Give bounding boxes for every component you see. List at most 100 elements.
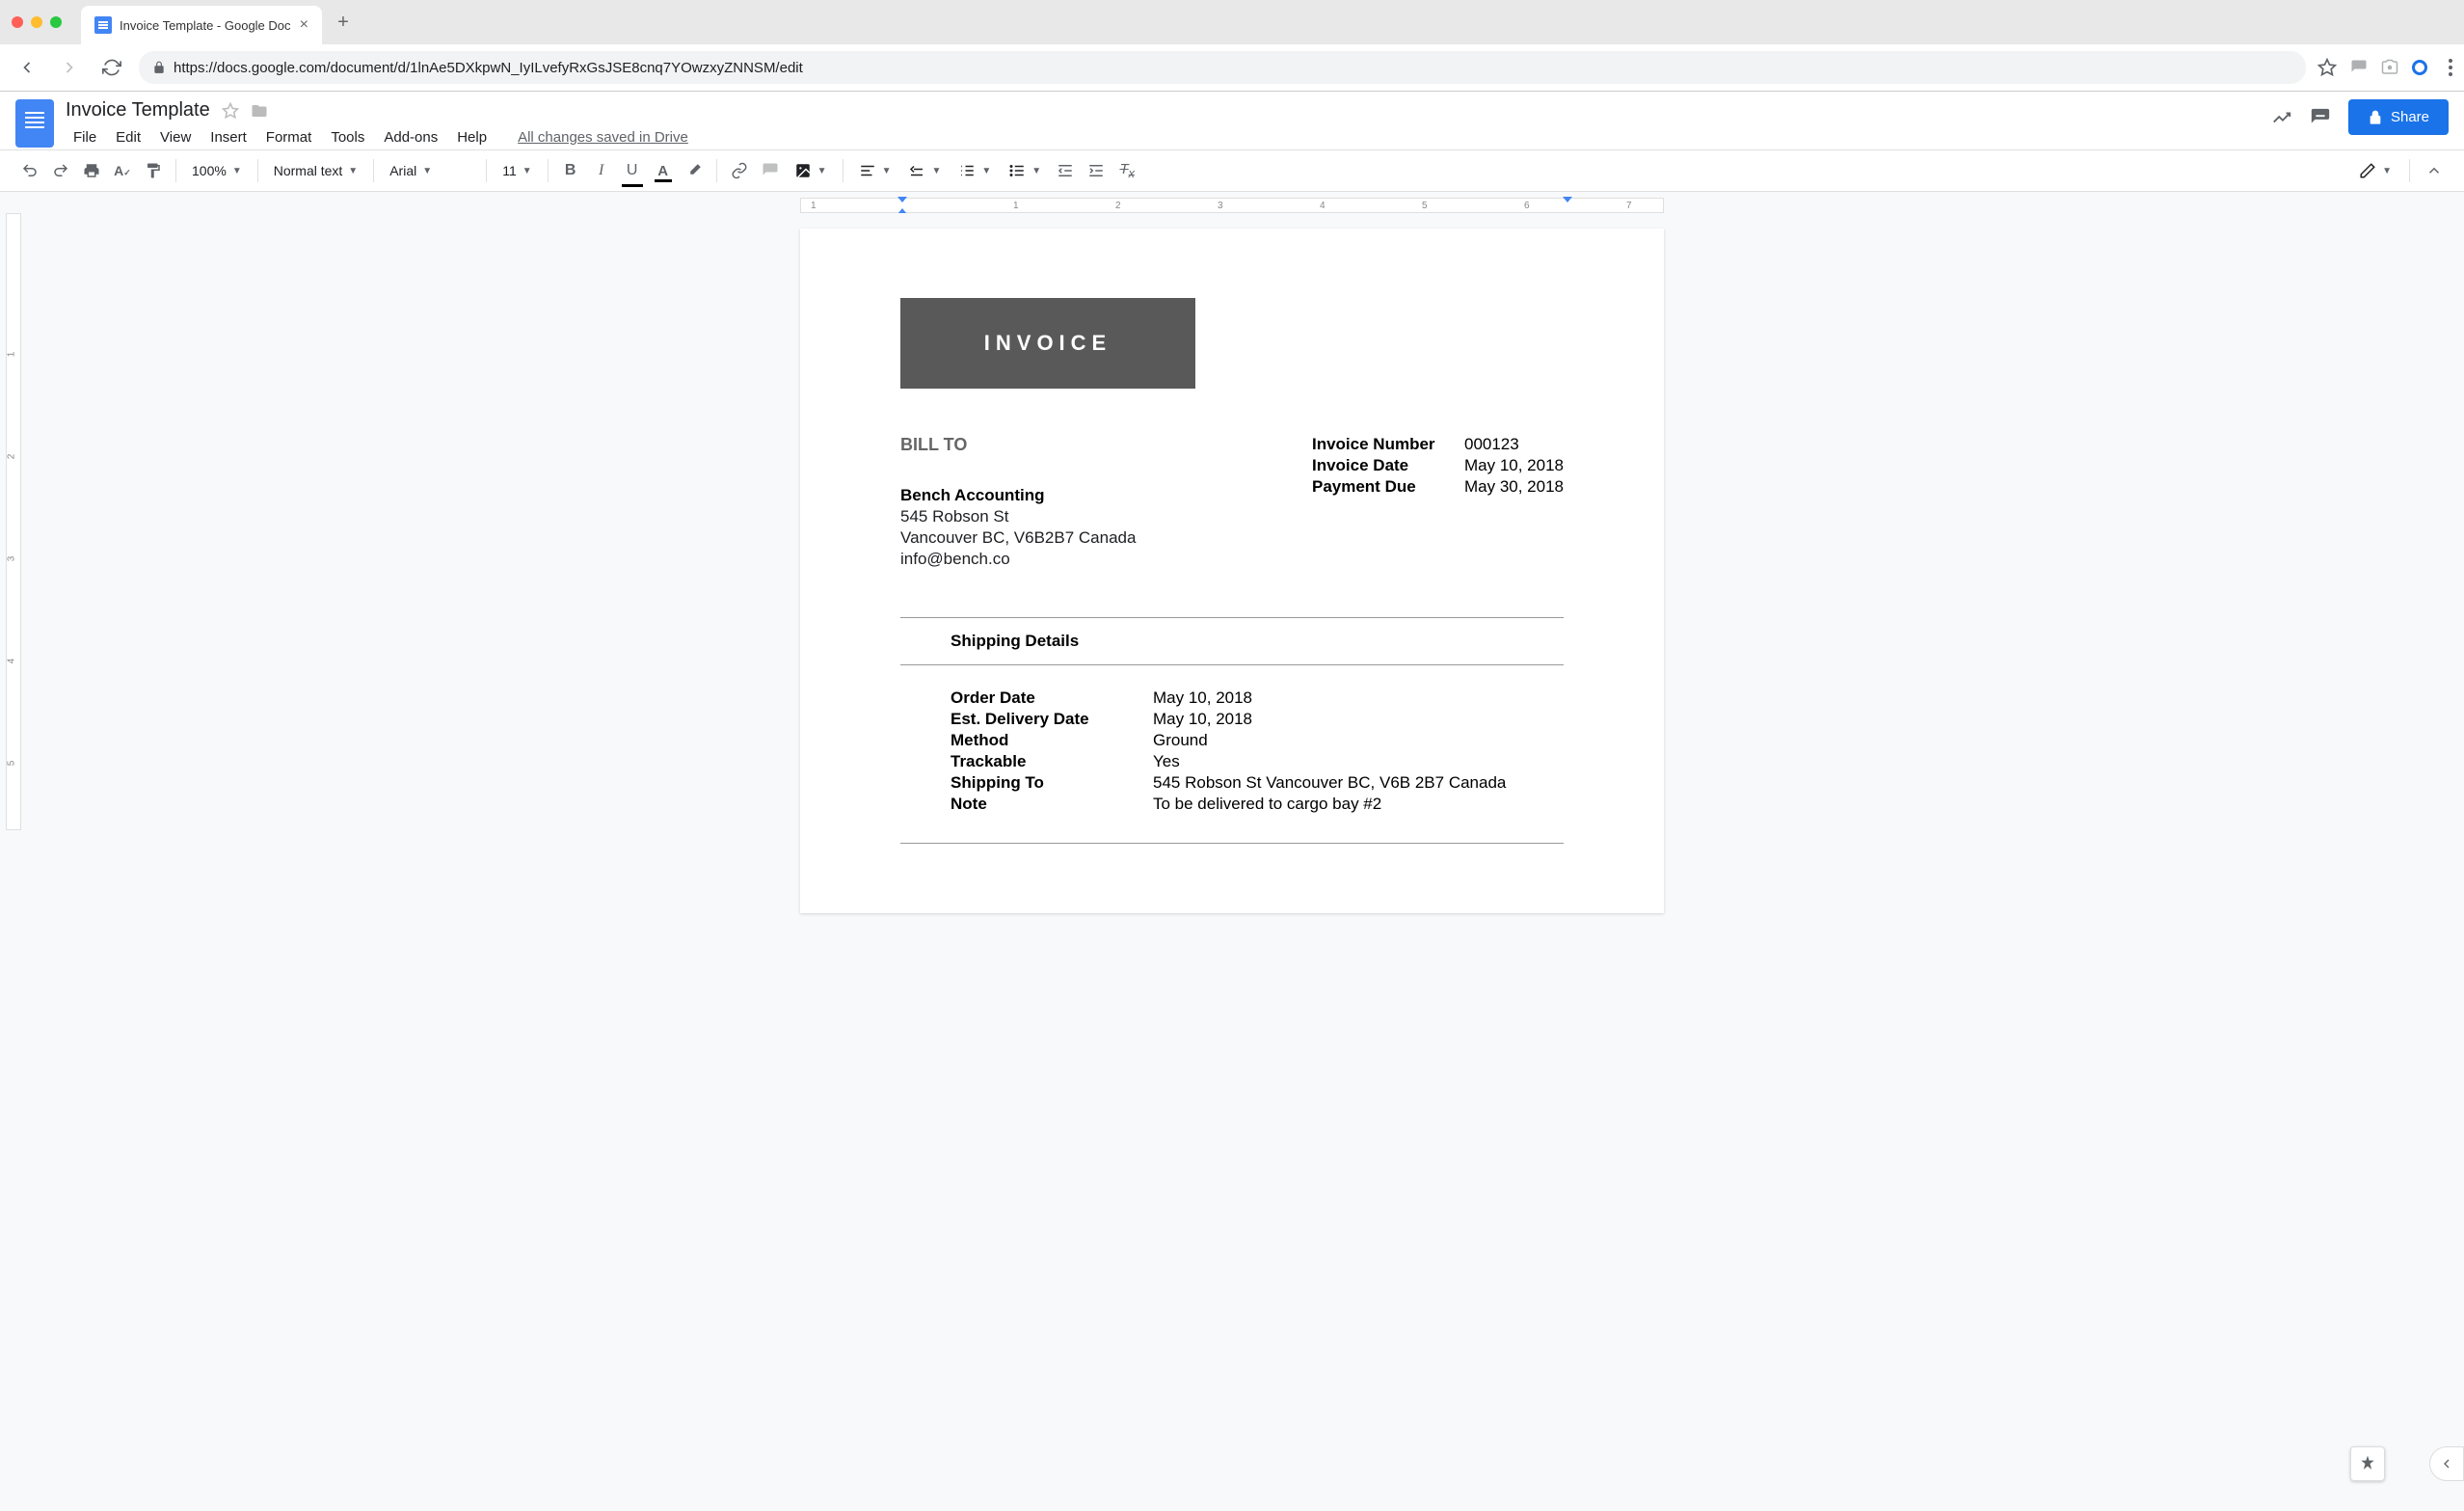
print-button[interactable] (77, 156, 106, 185)
style-dropdown[interactable]: Normal text▼ (266, 159, 365, 182)
address-bar: https://docs.google.com/document/d/1lnAe… (0, 44, 2464, 91)
line-spacing-button[interactable]: ▼ (900, 158, 949, 183)
bill-to-block: BILL TO Bench Accounting 545 Robson St V… (900, 435, 1136, 571)
side-panel-toggle[interactable] (2429, 1446, 2464, 1481)
close-window-button[interactable] (12, 16, 23, 28)
document-title[interactable]: Invoice Template (66, 99, 210, 121)
docs-favicon-icon (94, 16, 112, 34)
bill-name: Bench Accounting (900, 486, 1136, 505)
collapse-toolbar-button[interactable] (2420, 156, 2449, 185)
comments-icon[interactable] (2310, 107, 2331, 128)
reload-button[interactable] (96, 52, 127, 83)
ruler-area: 1 1 2 3 4 5 6 7 (0, 192, 2464, 213)
menu-bar: File Edit View Insert Format Tools Add-o… (66, 125, 2271, 149)
tab-close-icon[interactable]: × (300, 16, 308, 34)
new-tab-button[interactable]: + (330, 9, 357, 36)
minimize-window-button[interactable] (31, 16, 42, 28)
star-document-icon[interactable] (222, 102, 239, 120)
italic-button[interactable]: I (587, 156, 616, 185)
explore-button[interactable] (2350, 1446, 2385, 1481)
meta-row: Invoice DateMay 10, 2018 (1312, 456, 1564, 475)
star-icon[interactable] (2317, 58, 2337, 77)
invoice-banner: INVOICE (900, 298, 1195, 389)
bulleted-list-button[interactable]: ▼ (1001, 158, 1049, 183)
ruler-mark: 6 (1524, 201, 1530, 211)
underline-button[interactable]: U (618, 156, 647, 185)
divider (900, 843, 1564, 844)
numbered-list-button[interactable]: ▼ (951, 158, 999, 183)
ruler-mark: 3 (1218, 201, 1223, 211)
docs-logo-icon[interactable] (15, 99, 54, 148)
menu-insert[interactable]: Insert (202, 125, 254, 149)
bill-street: 545 Robson St (900, 507, 1136, 526)
align-button[interactable]: ▼ (851, 158, 899, 183)
shipping-section: Shipping Details Order DateMay 10, 2018 … (900, 617, 1564, 844)
invoice-meta-block: Invoice Number000123 Invoice DateMay 10,… (1312, 435, 1564, 571)
indent-decrease-button[interactable] (1051, 156, 1080, 185)
menu-file[interactable]: File (66, 125, 104, 149)
font-dropdown[interactable]: Arial▼ (382, 159, 478, 182)
menu-edit[interactable]: Edit (108, 125, 148, 149)
ruler-mark: 2 (1115, 201, 1121, 211)
menu-addons[interactable]: Add-ons (376, 125, 445, 149)
right-indent-marker-icon[interactable] (1563, 197, 1572, 202)
toolbar: A✓ 100%▼ Normal text▼ Arial▼ 11▼ B I U A… (0, 149, 2464, 192)
indent-increase-button[interactable] (1082, 156, 1111, 185)
link-button[interactable] (725, 156, 754, 185)
extension-circle-icon[interactable] (2412, 60, 2427, 75)
share-button[interactable]: Share (2348, 99, 2449, 135)
highlight-button[interactable] (680, 156, 709, 185)
tab-bar: Invoice Template - Google Doc × + (0, 0, 2464, 44)
ruler-mark: 5 (1422, 201, 1428, 211)
menu-tools[interactable]: Tools (323, 125, 372, 149)
editing-mode-button[interactable]: ▼ (2351, 158, 2399, 183)
menu-format[interactable]: Format (258, 125, 320, 149)
browser-chrome: Invoice Template - Google Doc × + https:… (0, 0, 2464, 92)
horizontal-ruler[interactable]: 1 1 2 3 4 5 6 7 (800, 198, 1664, 213)
bill-email: info@bench.co (900, 550, 1136, 569)
shipping-row: Est. Delivery DateMay 10, 2018 (951, 710, 1564, 729)
bold-button[interactable]: B (556, 156, 585, 185)
zoom-dropdown[interactable]: 100%▼ (184, 159, 250, 182)
text-color-button[interactable]: A (649, 156, 678, 185)
back-button[interactable] (12, 52, 42, 83)
window-controls (12, 16, 62, 28)
vertical-ruler[interactable]: 1 2 3 4 5 (6, 213, 21, 830)
forward-button[interactable] (54, 52, 85, 83)
undo-button[interactable] (15, 156, 44, 185)
ruler-mark: 1 (1013, 201, 1019, 211)
clear-formatting-button[interactable]: Tx (1112, 156, 1141, 185)
paint-format-button[interactable] (139, 156, 168, 185)
document-canvas[interactable]: 1 2 3 4 5 INVOICE BILL TO Bench Accounti… (0, 213, 2464, 1511)
menu-help[interactable]: Help (449, 125, 495, 149)
shipping-row: Order DateMay 10, 2018 (951, 688, 1564, 708)
menu-view[interactable]: View (152, 125, 199, 149)
extension-camera-icon[interactable] (2381, 59, 2398, 76)
image-button[interactable]: ▼ (787, 158, 835, 183)
docs-header: Invoice Template File Edit View Insert F… (0, 92, 2464, 149)
move-folder-icon[interactable] (251, 102, 268, 120)
bill-to-heading: BILL TO (900, 435, 1136, 455)
fontsize-dropdown[interactable]: 11▼ (495, 159, 539, 182)
activity-icon[interactable] (2271, 107, 2292, 128)
shipping-row: NoteTo be delivered to cargo bay #2 (951, 795, 1564, 814)
comment-button[interactable] (756, 156, 785, 185)
url-field[interactable]: https://docs.google.com/document/d/1lnAe… (139, 51, 2306, 84)
share-label: Share (2391, 109, 2429, 125)
chrome-menu-button[interactable] (2449, 59, 2452, 76)
extension-chat-icon[interactable] (2350, 59, 2368, 76)
page[interactable]: INVOICE BILL TO Bench Accounting 545 Rob… (800, 229, 1664, 913)
url-text: https://docs.google.com/document/d/1lnAe… (174, 60, 803, 76)
save-status[interactable]: All changes saved in Drive (510, 125, 696, 149)
browser-tab[interactable]: Invoice Template - Google Doc × (81, 6, 322, 44)
lock-icon (152, 61, 166, 74)
meta-row: Payment DueMay 30, 2018 (1312, 477, 1564, 497)
bill-city: Vancouver BC, V6B2B7 Canada (900, 528, 1136, 548)
meta-row: Invoice Number000123 (1312, 435, 1564, 454)
left-indent-marker-icon[interactable] (897, 197, 907, 202)
ruler-mark: 4 (1320, 201, 1326, 211)
shipping-row: TrackableYes (951, 752, 1564, 771)
maximize-window-button[interactable] (50, 16, 62, 28)
redo-button[interactable] (46, 156, 75, 185)
spellcheck-button[interactable]: A✓ (108, 156, 137, 185)
